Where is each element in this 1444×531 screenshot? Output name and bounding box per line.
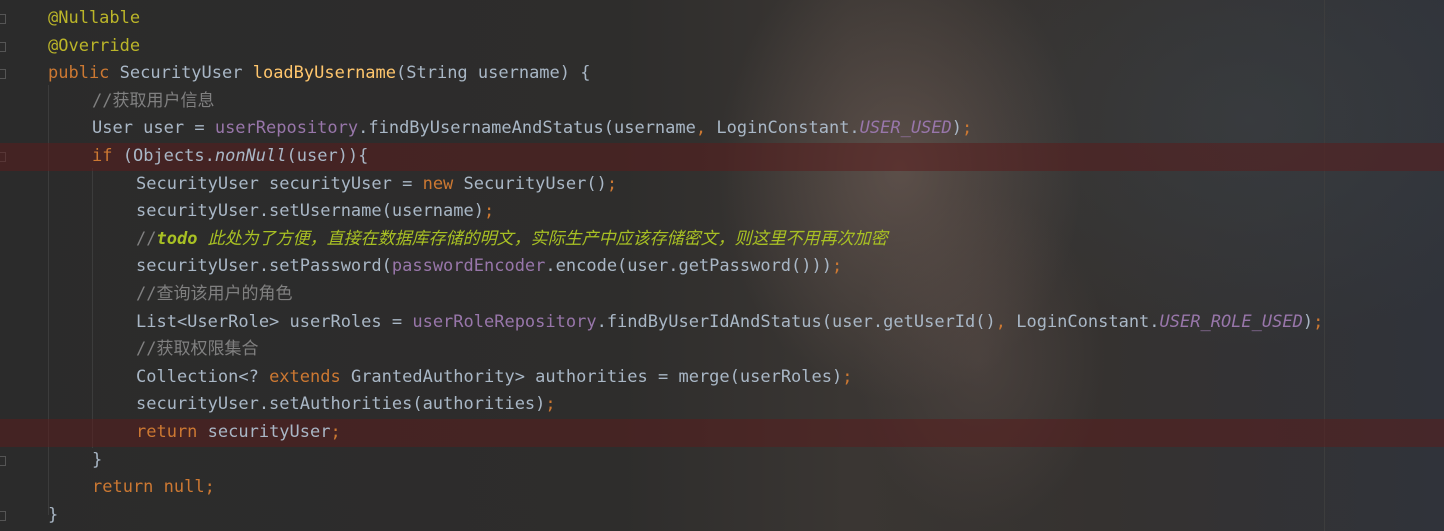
code-token: } (48, 504, 59, 525)
code-token: ; (484, 201, 495, 222)
code-line[interactable]: User user = userRepository.findByUsernam… (0, 115, 1444, 143)
code-token: SecurityUser() (463, 173, 607, 194)
code-token: ; (1313, 311, 1324, 332)
code-token: (Objects. (122, 146, 215, 166)
code-token: (user)){ (286, 146, 369, 166)
code-line-text: //查询该用户的角色 (136, 281, 292, 309)
code-token: USER_ROLE_USED (1159, 311, 1303, 332)
code-token: return null (92, 477, 205, 498)
code-token: new (422, 173, 464, 194)
code-token: // (136, 228, 157, 249)
code-token: securityUser.setUsername(username) (136, 201, 484, 222)
code-line-text: securityUser.setPassword(passwordEncoder… (136, 253, 842, 281)
code-token: ; (204, 477, 215, 498)
code-token: 此处为了方便，直接在数据库存储的明文，实际生产中应该存储密文，则这里不用再次加密 (197, 228, 888, 249)
code-line-text: } (92, 447, 102, 475)
code-token: ; (330, 422, 341, 442)
code-editor[interactable]: @Nullable @Override public SecurityUser lo… (0, 0, 1444, 531)
code-line[interactable]: //查询该用户的角色 (0, 281, 1444, 309)
code-token: ; (842, 366, 853, 387)
code-token: ; (545, 394, 556, 415)
code-token: extends (269, 366, 351, 387)
code-line[interactable]: @Override (0, 33, 1444, 61)
code-line[interactable]: Collection<? extends GrantedAuthority> a… (0, 364, 1444, 392)
code-token: //获取用户信息 (92, 90, 215, 111)
code-token: //查询该用户的角色 (136, 284, 293, 304)
code-token: securityUser (207, 422, 331, 442)
code-token: .findByUsernameAndStatus(username (358, 118, 696, 139)
code-line-text: if (Objects.nonNull(user)){ (92, 143, 368, 171)
code-line[interactable]: List<UserRole> userRoles = userRoleRepos… (0, 309, 1444, 337)
code-line[interactable]: //todo 此处为了方便，直接在数据库存储的明文，实际生产中应该存储密文，则这… (0, 226, 1444, 254)
code-line-text: } (48, 502, 58, 530)
code-token: public (48, 63, 120, 84)
code-line-text: //获取用户信息 (92, 88, 214, 116)
code-token: ) (1302, 311, 1314, 332)
code-token: SecurityUser securityUser = (136, 173, 423, 194)
code-token: USER_USED (859, 118, 952, 139)
code-token: todo (156, 228, 198, 249)
code-token: securityUser.setAuthorities(authorities) (136, 394, 546, 415)
code-line[interactable]: } (0, 502, 1444, 530)
code-token: , (695, 118, 717, 139)
code-token: (String username) { (396, 63, 591, 84)
code-token: User user = (92, 118, 215, 139)
code-token: LoginConstant. (1016, 311, 1160, 332)
code-line[interactable]: return securityUser; (0, 419, 1444, 447)
code-token: GrantedAuthority> authorities = merge(us… (350, 366, 843, 387)
code-line[interactable]: return null; (0, 474, 1444, 502)
code-line-text: public SecurityUser loadByUsername(Strin… (48, 60, 590, 88)
code-line[interactable]: securityUser.setAuthorities(authorities)… (0, 391, 1444, 419)
code-token: @Override (48, 35, 141, 56)
code-line-text: return null; (92, 474, 215, 502)
code-token: Collection<? (136, 366, 270, 387)
code-line[interactable]: if (Objects.nonNull(user)){ (0, 143, 1444, 171)
code-line-text: //todo 此处为了方便，直接在数据库存储的明文，实际生产中应该存储密文，则这… (136, 226, 888, 254)
code-token: ; (606, 173, 618, 194)
code-line-text: securityUser.setAuthorities(authorities)… (136, 391, 556, 419)
code-line-text: User user = userRepository.findByUsernam… (92, 115, 972, 143)
code-line-text: return securityUser; (136, 419, 341, 447)
code-line[interactable]: //获取权限集合 (0, 336, 1444, 364)
code-token: LoginConstant. (716, 118, 860, 139)
code-token: List<UserRole> userRoles = (136, 311, 413, 332)
code-token: //获取权限集合 (136, 339, 259, 360)
code-line[interactable]: @Nullable (0, 5, 1444, 33)
code-token: if (92, 146, 123, 166)
code-token: securityUser.setPassword( (136, 256, 392, 277)
code-token: return (136, 422, 208, 442)
code-line[interactable]: } (0, 447, 1444, 475)
code-line[interactable]: securityUser.setUsername(username); (0, 198, 1444, 226)
code-line-text: List<UserRole> userRoles = userRoleRepos… (136, 309, 1323, 337)
code-token: SecurityUser (119, 63, 253, 84)
code-line-text: @Override (48, 33, 140, 61)
code-token: passwordEncoder (391, 256, 546, 277)
code-line[interactable]: public SecurityUser loadByUsername(Strin… (0, 60, 1444, 88)
code-token: } (92, 449, 103, 470)
code-token: userRepository (214, 118, 359, 139)
code-line-text: securityUser.setUsername(username); (136, 198, 494, 226)
code-line-text: SecurityUser securityUser = new Security… (136, 171, 617, 199)
code-token: userRoleRepository (412, 311, 597, 332)
code-line-text: @Nullable (48, 5, 140, 33)
code-token: ; (831, 256, 843, 277)
code-token: loadByUsername (252, 63, 397, 84)
code-token: nonNull (214, 146, 287, 166)
code-token: @Nullable (48, 8, 141, 28)
code-line-text: //获取权限集合 (136, 336, 258, 364)
code-token: .encode(user.getPassword())) (545, 256, 832, 277)
code-line[interactable]: //获取用户信息 (0, 88, 1444, 116)
code-token: .findByUserIdAndStatus(user.getUserId() (596, 311, 996, 332)
code-token: ; (962, 118, 973, 139)
code-line[interactable]: securityUser.setPassword(passwordEncoder… (0, 253, 1444, 281)
code-line-text: Collection<? extends GrantedAuthority> a… (136, 364, 852, 392)
code-token: , (995, 311, 1017, 332)
code-line[interactable]: SecurityUser securityUser = new Security… (0, 171, 1444, 199)
code-token: ) (951, 118, 963, 139)
